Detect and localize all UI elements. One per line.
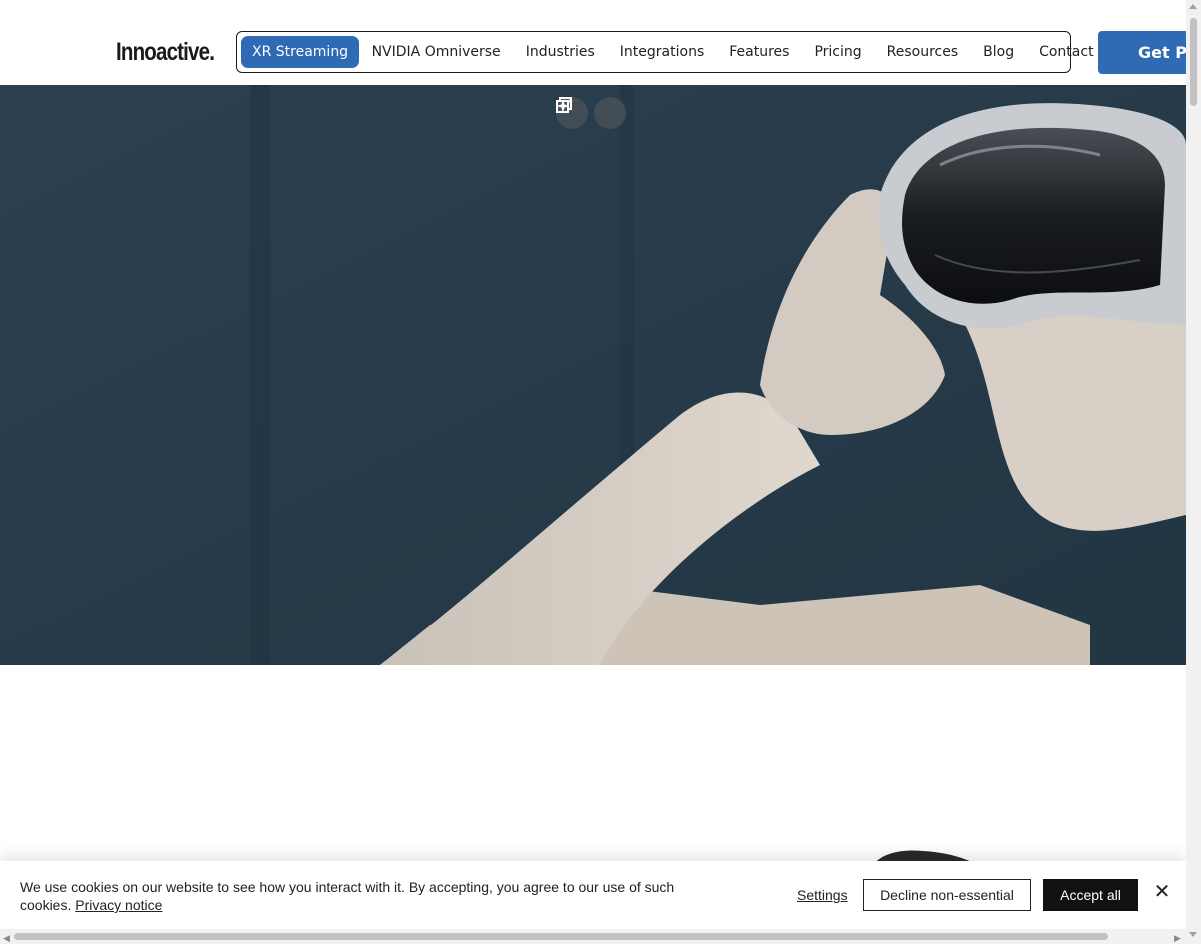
scroll-right-icon[interactable]: ▶ [1174,933,1181,944]
nav-item-industries[interactable]: Industries [513,36,607,68]
scroll-up-icon[interactable] [1189,4,1197,9]
scroll-left-icon[interactable]: ◀ [3,933,10,944]
close-icon[interactable]: ✕ [1152,882,1172,902]
main-nav: XR Streaming NVIDIA Omniverse Industries… [236,31,1094,73]
sparkle-icon-glyph [556,98,573,113]
nav-item-resources[interactable]: Resources [874,36,971,68]
logo[interactable]: Innoactive. [116,36,215,68]
image-tools [556,97,626,129]
scroll-down-icon[interactable] [1189,932,1197,937]
accept-all-button[interactable]: Accept all [1043,879,1138,911]
nav-item-features[interactable]: Features [717,36,802,68]
nav-item-xr-streaming[interactable]: XR Streaming [241,36,360,68]
nav-item-blog[interactable]: Blog [971,36,1027,68]
cookie-settings-link[interactable]: Settings [797,887,848,903]
site-header: Innoactive. XR Streaming NVIDIA Omnivers… [0,0,1198,85]
nav-item-contact[interactable]: Contact [1027,36,1106,68]
vertical-scrollbar[interactable] [1186,0,1201,944]
cookie-message: We use cookies on our website to see how… [20,878,700,914]
horizontal-scrollbar[interactable]: ◀ ▶ [0,929,1186,944]
nav-item-integrations[interactable]: Integrations [607,36,716,68]
nav-item-nvidia-omniverse[interactable]: NVIDIA Omniverse [359,36,513,68]
cookie-banner: We use cookies on our website to see how… [0,861,1186,932]
get-started-button[interactable]: Get Po [1098,31,1198,74]
hero-photo-illustration [0,85,1186,665]
decline-non-essential-button[interactable]: Decline non-essential [863,879,1031,911]
vertical-scroll-thumb[interactable] [1190,18,1197,106]
privacy-notice-link[interactable]: Privacy notice [75,897,162,913]
horizontal-scroll-thumb[interactable] [14,933,1108,940]
nav-item-pricing[interactable]: Pricing [802,36,874,68]
sparkle-icon[interactable] [556,97,626,129]
hero-image [0,85,1186,665]
